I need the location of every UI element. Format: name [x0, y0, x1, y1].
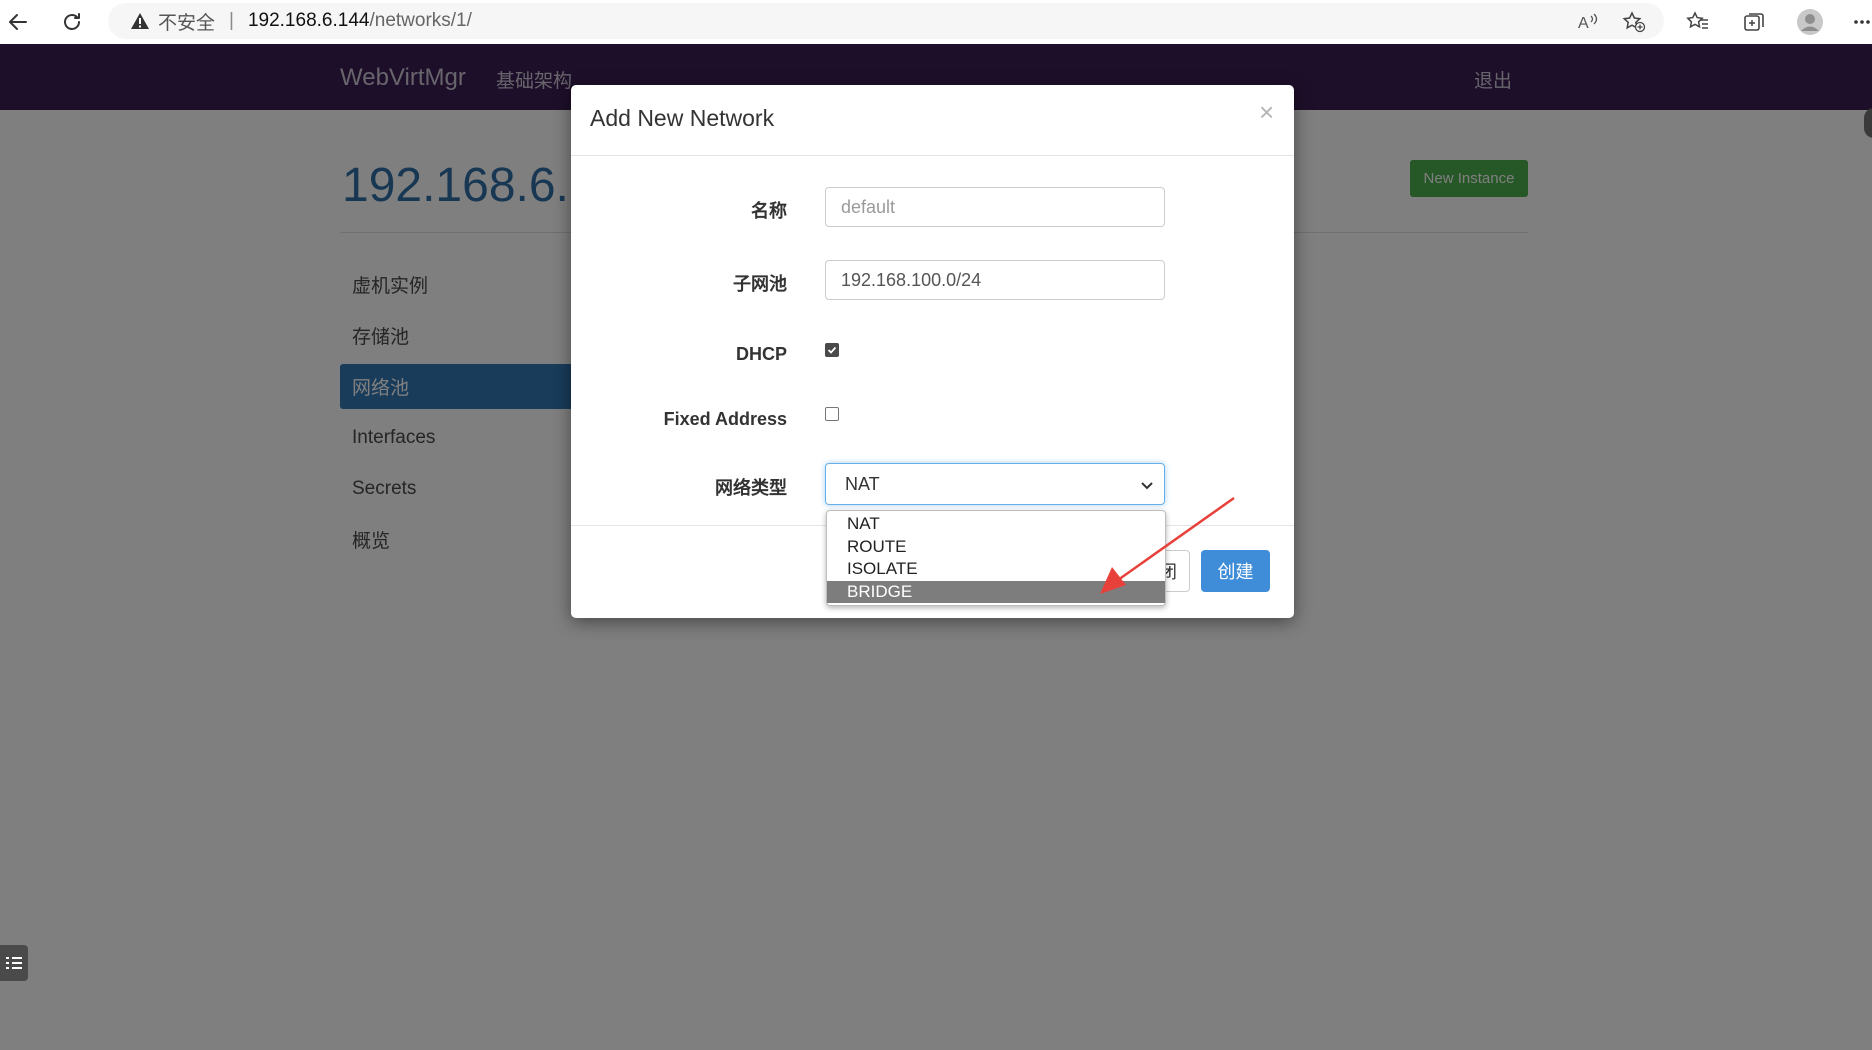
- name-placeholder: default: [841, 196, 896, 217]
- profile-icon[interactable]: [1794, 6, 1826, 38]
- close-icon[interactable]: ×: [1259, 99, 1274, 125]
- browser-toolbar: 不安全 | 192.168.6.144 /networks/1/ A: [0, 0, 1872, 45]
- svg-text:A: A: [1578, 15, 1589, 32]
- check-icon: [827, 346, 837, 354]
- reload-icon[interactable]: [56, 6, 88, 38]
- address-separator: |: [229, 10, 234, 31]
- collections-icon[interactable]: [1738, 6, 1770, 38]
- fixed-address-label: Fixed Address: [663, 409, 787, 429]
- subnet-label: 子网池: [733, 274, 787, 294]
- chevron-down-icon: [1140, 476, 1154, 497]
- fixed-address-checkbox[interactable]: [825, 407, 839, 421]
- edge-toggle-button[interactable]: [1864, 108, 1872, 138]
- subnet-value: 192.168.100.0/24: [841, 269, 982, 290]
- favorites-icon[interactable]: [1682, 6, 1714, 38]
- name-label: 名称: [751, 201, 787, 221]
- network-type-label: 网络类型: [715, 478, 787, 498]
- warning-icon[interactable]: [130, 12, 150, 30]
- subnet-input[interactable]: 192.168.100.0/24: [825, 260, 1165, 300]
- option-nat[interactable]: NAT: [827, 513, 1165, 536]
- security-status-text[interactable]: 不安全: [158, 8, 215, 35]
- more-icon[interactable]: [1846, 6, 1872, 38]
- option-isolate[interactable]: ISOLATE: [827, 558, 1165, 581]
- list-icon: [6, 957, 22, 969]
- network-type-value: NAT: [845, 473, 880, 494]
- option-bridge[interactable]: BRIDGE: [827, 580, 1165, 603]
- address-bar[interactable]: 不安全 | 192.168.6.144 /networks/1/: [108, 3, 1664, 39]
- network-name-input[interactable]: default: [825, 187, 1165, 227]
- dhcp-checkbox[interactable]: [825, 343, 839, 357]
- modal-header: Add New Network ×: [571, 85, 1294, 156]
- modal-title: Add New Network: [590, 105, 775, 131]
- option-route[interactable]: ROUTE: [827, 536, 1165, 559]
- network-type-select[interactable]: NAT: [825, 463, 1165, 505]
- read-aloud-icon[interactable]: A: [1572, 6, 1604, 38]
- add-favorite-icon[interactable]: [1618, 6, 1650, 38]
- network-type-dropdown: NAT ROUTE ISOLATE BRIDGE: [826, 510, 1166, 606]
- url-host: 192.168.6.144: [247, 10, 370, 31]
- url-path: /networks/1/: [369, 10, 472, 31]
- floating-menu-button[interactable]: [0, 945, 28, 981]
- back-icon[interactable]: [2, 6, 34, 38]
- dhcp-label: DHCP: [735, 344, 787, 364]
- create-button[interactable]: 创建: [1201, 550, 1270, 592]
